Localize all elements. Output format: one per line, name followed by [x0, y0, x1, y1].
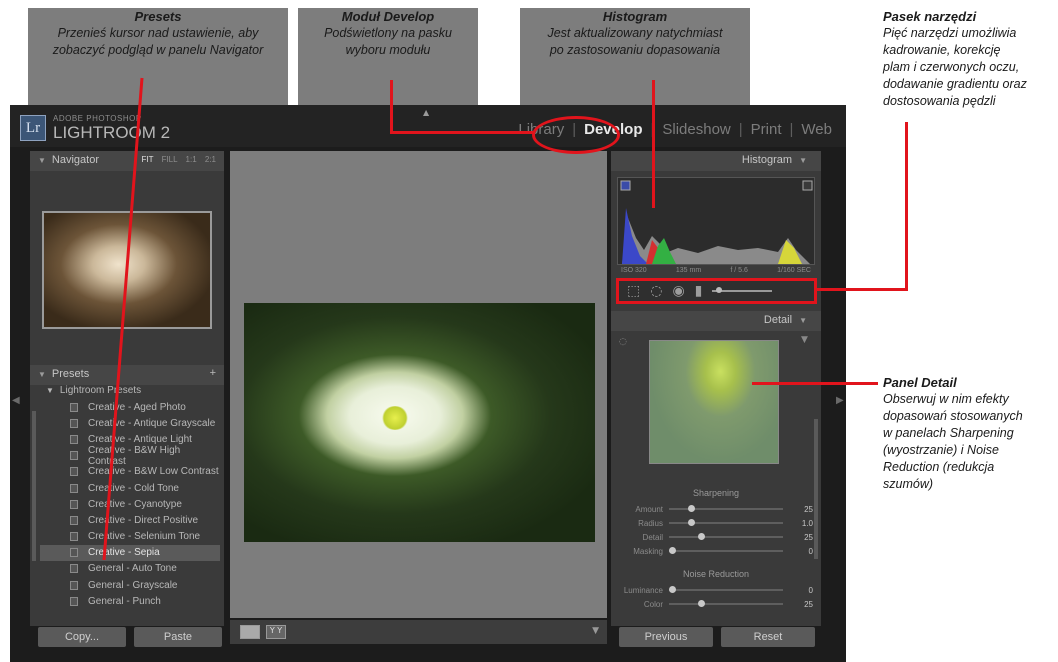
page: Presets Przenieś kursor nad ustawienie, … [0, 0, 1058, 662]
callout-presets [102, 77, 144, 561]
